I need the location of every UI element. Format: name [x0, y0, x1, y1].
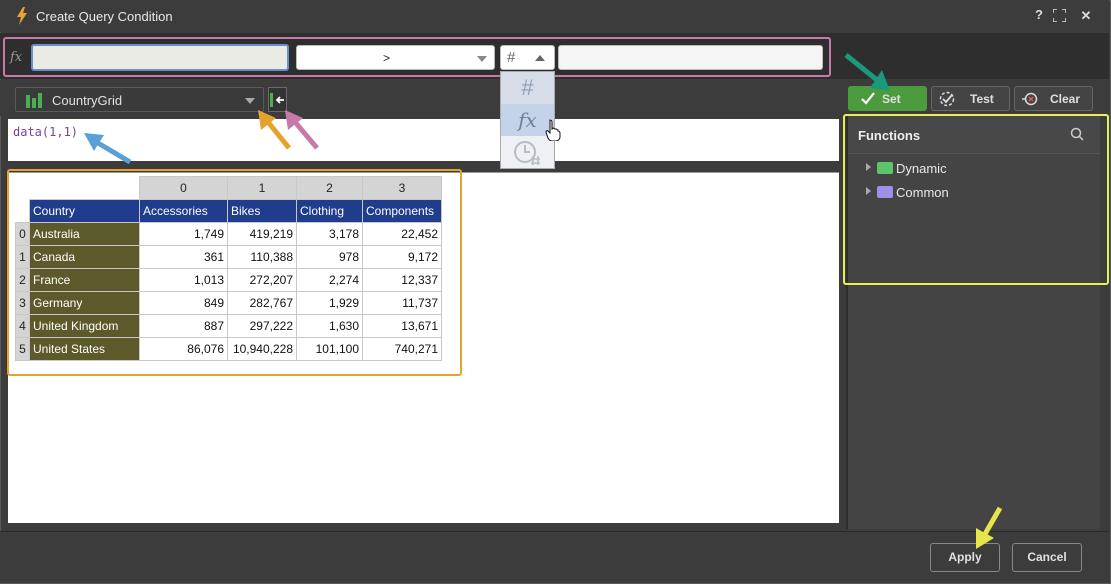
insert-icon	[270, 93, 284, 107]
test-label: Test	[970, 92, 994, 106]
hand-cursor-icon	[545, 119, 561, 141]
check-icon	[861, 92, 875, 105]
time-hash-icon	[514, 141, 540, 165]
maximize-icon[interactable]	[1053, 9, 1066, 22]
bar-chart-icon	[26, 93, 42, 108]
bolt-icon	[17, 7, 27, 25]
close-button[interactable]: ✕	[1078, 8, 1094, 24]
clear-button[interactable]: Clear	[1014, 86, 1093, 111]
clear-icon	[1022, 92, 1038, 106]
expression-text: data(1,1)	[13, 125, 79, 139]
help-button[interactable]: ?	[1031, 7, 1047, 23]
apply-button[interactable]: Apply	[930, 543, 1000, 572]
dropdown-option-number[interactable]: #	[501, 72, 554, 104]
insert-expression-button[interactable]	[268, 87, 287, 112]
test-check-icon	[939, 91, 955, 107]
chevron-down-icon	[245, 98, 255, 104]
dialog-title: Create Query Condition	[36, 9, 173, 24]
clear-label: Clear	[1050, 92, 1081, 106]
test-button[interactable]: Test	[931, 86, 1010, 111]
set-label: Set	[882, 92, 901, 106]
cancel-button[interactable]: Cancel	[1012, 543, 1082, 572]
set-button[interactable]: Set	[848, 86, 927, 111]
data-source-label: CountryGrid	[52, 93, 123, 108]
annotation-highlight-grid	[7, 169, 462, 376]
data-source-select[interactable]: CountryGrid	[15, 87, 264, 112]
value-type-dropdown: # fx	[500, 71, 561, 169]
annotation-highlight-condition	[3, 37, 831, 77]
annotation-highlight-functions	[843, 114, 1109, 285]
expression-editor[interactable]: data(1,1)	[8, 119, 839, 161]
